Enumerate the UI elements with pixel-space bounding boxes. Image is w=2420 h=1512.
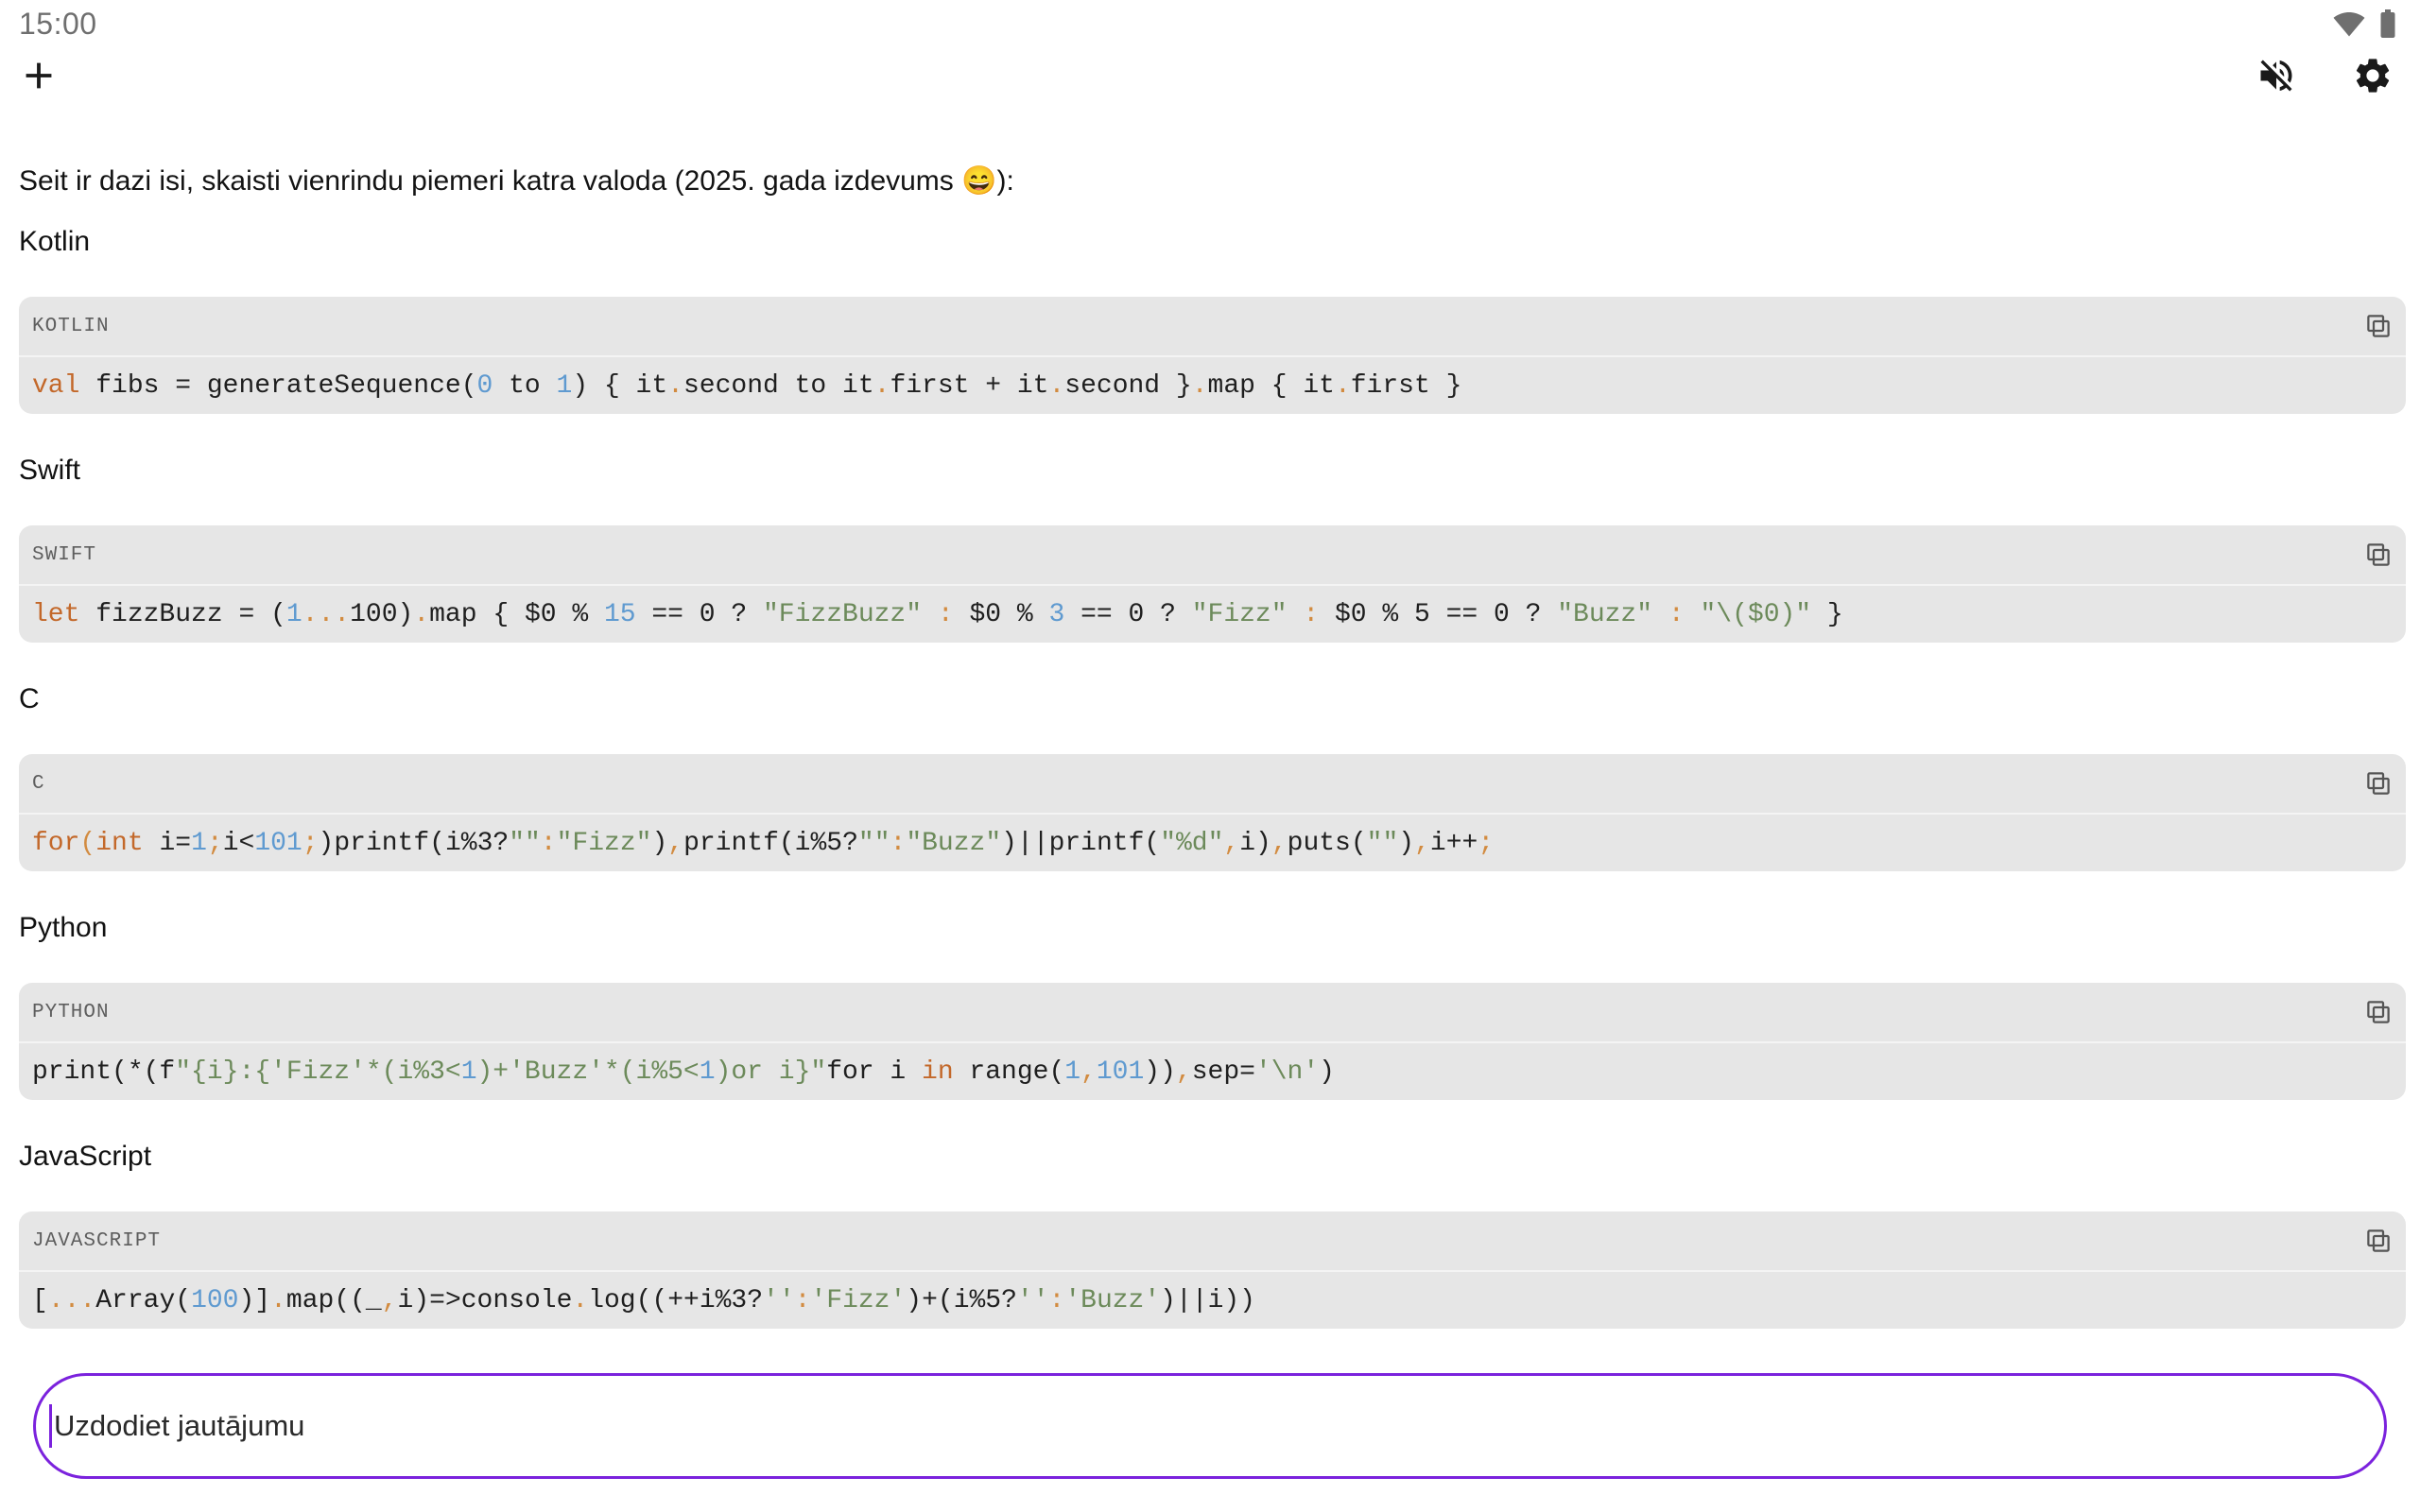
code-block: SWIFT let fizzBuzz = (1...100).map { $0 … xyxy=(19,525,2406,643)
app-bar xyxy=(0,42,2420,102)
code-language-label: C xyxy=(32,773,45,795)
code-block-header: JAVASCRIPT xyxy=(19,1211,2406,1270)
code-language-label: SWIFT xyxy=(32,544,96,566)
copy-code-button[interactable] xyxy=(2362,539,2394,571)
code-language-label: PYTHON xyxy=(32,1002,110,1023)
copy-code-button[interactable] xyxy=(2362,310,2394,342)
status-bar: 15:00 xyxy=(0,0,2420,42)
copy-icon xyxy=(2364,769,2393,798)
chat-content: Seit ir dazi isi, skaisti vienrindu piem… xyxy=(0,102,2420,1329)
battery-icon xyxy=(2371,7,2405,41)
code-block: KOTLIN val fibs = generateSequence(0 to … xyxy=(19,297,2406,414)
copy-code-button[interactable] xyxy=(2362,1225,2394,1257)
status-icons xyxy=(2333,7,2405,41)
code-block-header: KOTLIN xyxy=(19,297,2406,355)
language-section: Kotlin KOTLIN val fibs = generateSequenc… xyxy=(19,227,2406,414)
code-line: for(int i=1;i<101;)printf(i%3?"":"Fizz")… xyxy=(19,813,2406,871)
code-block-header: C xyxy=(19,754,2406,813)
question-input[interactable] xyxy=(54,1409,2356,1443)
code-block: C for(int i=1;i<101;)printf(i%3?"":"Fizz… xyxy=(19,754,2406,871)
clock: 15:00 xyxy=(19,7,97,42)
language-heading: Python xyxy=(19,913,2406,943)
code-block-header: PYTHON xyxy=(19,983,2406,1041)
new-chat-button[interactable] xyxy=(17,54,60,97)
language-section: Python PYTHON print(*(f"{i}:{'Fizz'*(i%3… xyxy=(19,913,2406,1100)
code-block: PYTHON print(*(f"{i}:{'Fizz'*(i%3<1)+'Bu… xyxy=(19,983,2406,1100)
code-line: print(*(f"{i}:{'Fizz'*(i%3<1)+'Buzz'*(i%… xyxy=(19,1041,2406,1100)
code-line: [...Array(100)].map((_,i)=>console.log((… xyxy=(19,1270,2406,1329)
app-bar-actions xyxy=(2256,55,2394,96)
language-heading: Swift xyxy=(19,455,2406,486)
language-section: Swift SWIFT let fizzBuzz = (1...100).map… xyxy=(19,455,2406,643)
wifi-icon xyxy=(2333,8,2365,40)
language-heading: JavaScript xyxy=(19,1142,2406,1172)
language-heading: Kotlin xyxy=(19,227,2406,257)
copy-code-button[interactable] xyxy=(2362,767,2394,799)
copy-icon xyxy=(2364,312,2393,340)
copy-icon xyxy=(2364,1227,2393,1255)
copy-code-button[interactable] xyxy=(2362,996,2394,1028)
text-caret xyxy=(49,1404,52,1448)
code-block-header: SWIFT xyxy=(19,525,2406,584)
language-heading: C xyxy=(19,684,2406,714)
plus-icon xyxy=(17,54,60,97)
code-block: JAVASCRIPT [...Array(100)].map((_,i)=>co… xyxy=(19,1211,2406,1329)
copy-icon xyxy=(2364,541,2393,569)
volume-off-icon xyxy=(2256,55,2297,96)
language-section: C C for(int i=1;i<101;)printf(i%3?"":"Fi… xyxy=(19,684,2406,871)
code-language-label: KOTLIN xyxy=(32,316,110,337)
copy-icon xyxy=(2364,998,2393,1026)
mute-button[interactable] xyxy=(2256,55,2297,96)
code-line: let fizzBuzz = (1...100).map { $0 % 15 =… xyxy=(19,584,2406,643)
code-language-label: JAVASCRIPT xyxy=(32,1230,161,1252)
assistant-intro-text: Seit ir dazi isi, skaisti vienrindu piem… xyxy=(19,164,2406,198)
settings-button[interactable] xyxy=(2352,55,2394,96)
language-section: JavaScript JAVASCRIPT [...Array(100)].ma… xyxy=(19,1142,2406,1329)
gear-icon xyxy=(2352,55,2394,96)
question-input-container[interactable] xyxy=(33,1373,2387,1479)
code-line: val fibs = generateSequence(0 to 1) { it… xyxy=(19,355,2406,414)
sections: Kotlin KOTLIN val fibs = generateSequenc… xyxy=(19,227,2406,1329)
